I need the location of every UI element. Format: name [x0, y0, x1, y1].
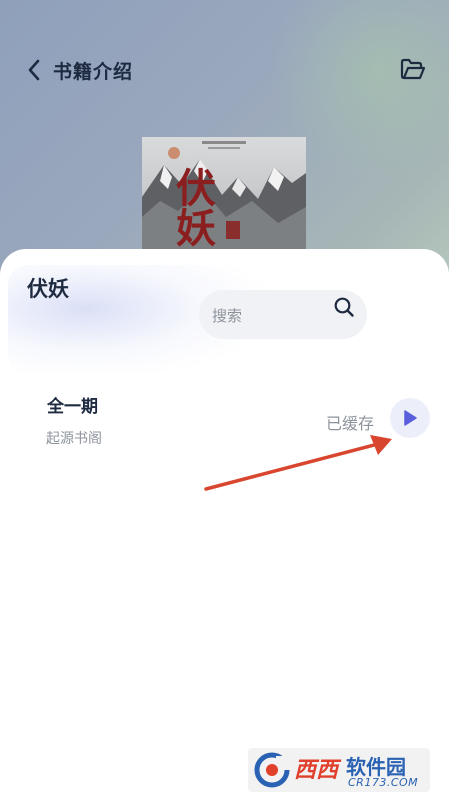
cover-mountains: [142, 141, 306, 267]
site-watermark: 西西 软件园 CR173.COM: [248, 748, 430, 792]
page-title: 书籍介绍: [53, 61, 134, 83]
annotation-arrow: [204, 435, 392, 491]
search-icon[interactable]: [333, 296, 355, 318]
episode-source: 起源书阁: [46, 431, 102, 447]
watermark-logo-icon: [254, 752, 290, 788]
folder-button[interactable]: [398, 55, 428, 83]
cover-title: 伏妖: [169, 167, 216, 247]
folder-open-icon: [400, 58, 426, 80]
top-bar: 书籍介绍: [0, 50, 449, 90]
watermark-domain: CR173.COM: [348, 776, 419, 789]
book-cover: 伏妖: [142, 137, 306, 267]
play-icon: [404, 410, 417, 426]
book-name: 伏妖: [27, 277, 69, 301]
search-placeholder: 搜索: [212, 307, 243, 325]
watermark-brand: 西西: [294, 758, 339, 783]
back-button[interactable]: [22, 56, 46, 84]
back-chevron-icon: [28, 59, 40, 81]
episode-title: 全一期: [47, 397, 98, 417]
